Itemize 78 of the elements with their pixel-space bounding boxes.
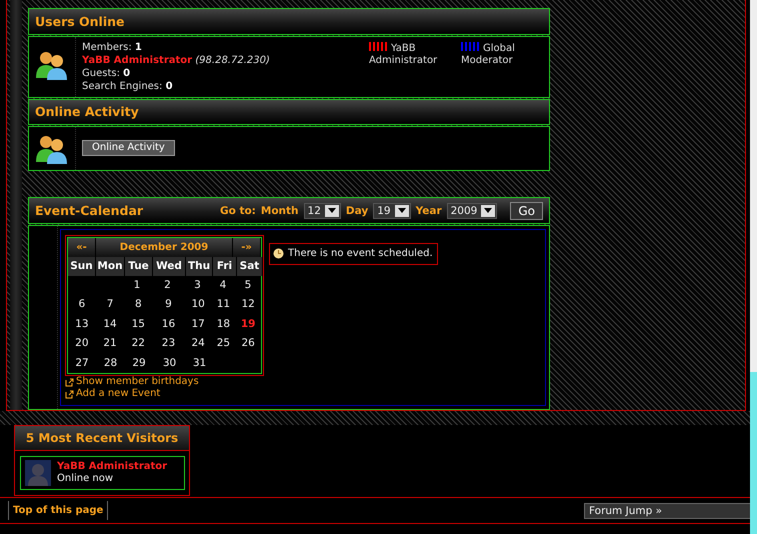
search-engines-count: Search Engines: 0 [82,80,174,93]
section-title: Users Online [35,14,124,29]
forum-jump-dropdown[interactable]: Forum Jump » [584,502,751,518]
caret-icon [398,208,406,213]
calendar-link[interactable]: Show member birthdays [65,376,264,388]
calendar-day[interactable]: 17 [184,314,212,334]
weekday-header: Sun [68,256,96,276]
calendar-day[interactable]: 1 [123,276,151,296]
next-month-link[interactable]: -» [233,238,261,257]
calendar-day[interactable]: 15 [124,314,152,334]
calendar-day[interactable]: 5 [235,276,261,296]
external-link-icon [65,378,74,387]
calendar-day[interactable]: 31 [186,354,213,374]
prev-month-link[interactable]: «- [68,238,96,257]
select-label: Day [346,204,368,216]
calendar-day[interactable]: 12 [235,295,261,315]
calendar-day[interactable]: 22 [124,334,152,354]
calendar-day[interactable]: 4 [211,276,235,296]
online-activity-button[interactable]: Online Activity [82,140,175,156]
calendar-day[interactable]: 19 [235,314,261,334]
event-message: There is no event scheduled. [288,248,433,259]
select-label: Year [416,204,442,216]
select-label: Month [260,204,299,216]
calendar-day[interactable]: 16 [152,314,185,334]
calendar-day[interactable]: 29 [125,354,153,374]
calendar-day[interactable]: 18 [212,314,236,334]
calendar-day[interactable]: 14 [96,314,124,334]
calendar-day[interactable]: 30 [153,354,186,374]
users-icon [35,50,69,80]
scrollbar[interactable] [750,0,757,534]
calendar-day[interactable]: 9 [152,295,185,315]
legend-label: Global Moderator [461,42,516,67]
dropdown[interactable]: 2009 [446,202,498,218]
weekday-header: Sat [237,256,263,276]
weekday-header: Tue [125,256,153,276]
calendar-day[interactable]: 10 [184,295,212,315]
weekday-header: Fri [213,256,237,276]
calendar-day[interactable]: 20 [68,334,96,354]
weekday-header: Mon [96,256,125,276]
calendar-day[interactable]: 2 [151,276,184,296]
visitor-status: Online now [57,473,114,485]
calendar-day[interactable]: 25 [212,334,236,354]
user-link[interactable]: YaBB Administrator [82,54,192,66]
calendar-day[interactable]: 28 [96,354,125,374]
legend-label: YaBB Administrator [369,42,438,67]
user-link[interactable]: YaBB Administrator [57,461,168,473]
section-title: Event-Calendar [35,203,144,218]
goto-label: Go to: [220,204,256,216]
calendar-day[interactable]: 27 [68,354,96,374]
section-title: 5 Most Recent Visitors [26,431,178,445]
weekday-header: Thu [186,256,213,276]
caret-icon [328,208,336,213]
calendar-day[interactable]: 26 [235,334,261,354]
external-link-icon [65,390,74,399]
guests-count: Guests: 0 [82,68,132,80]
caret-icon [484,208,492,213]
calendar-day[interactable]: 11 [212,295,236,315]
go-button[interactable]: Go [510,202,543,220]
calendar-day[interactable]: 24 [184,334,212,354]
calendar-day[interactable]: 3 [184,276,211,296]
section-title: Online Activity [35,104,139,120]
calendar-day[interactable]: 13 [68,314,96,334]
dropdown[interactable]: 12 [304,202,341,218]
users-icon [35,134,69,164]
dropdown[interactable]: 19 [373,202,411,218]
clock-icon [273,248,284,259]
members-count: Members: 1 [82,42,143,54]
calendar-day[interactable]: 21 [96,334,124,354]
calendar-day[interactable]: 23 [152,334,185,354]
month-title: December 2009 [96,238,233,257]
calendar-day[interactable]: 6 [68,295,96,315]
calendar-link[interactable]: Add a new Event [65,388,264,400]
weekday-header: Wed [153,256,186,276]
avatar-icon [25,460,51,486]
calendar-day[interactable]: 7 [96,295,124,315]
calendar-day[interactable]: 8 [124,295,152,315]
top-of-page-link[interactable]: Top of this page [8,501,108,520]
ip-address: (98.28.72.230) [195,54,270,66]
